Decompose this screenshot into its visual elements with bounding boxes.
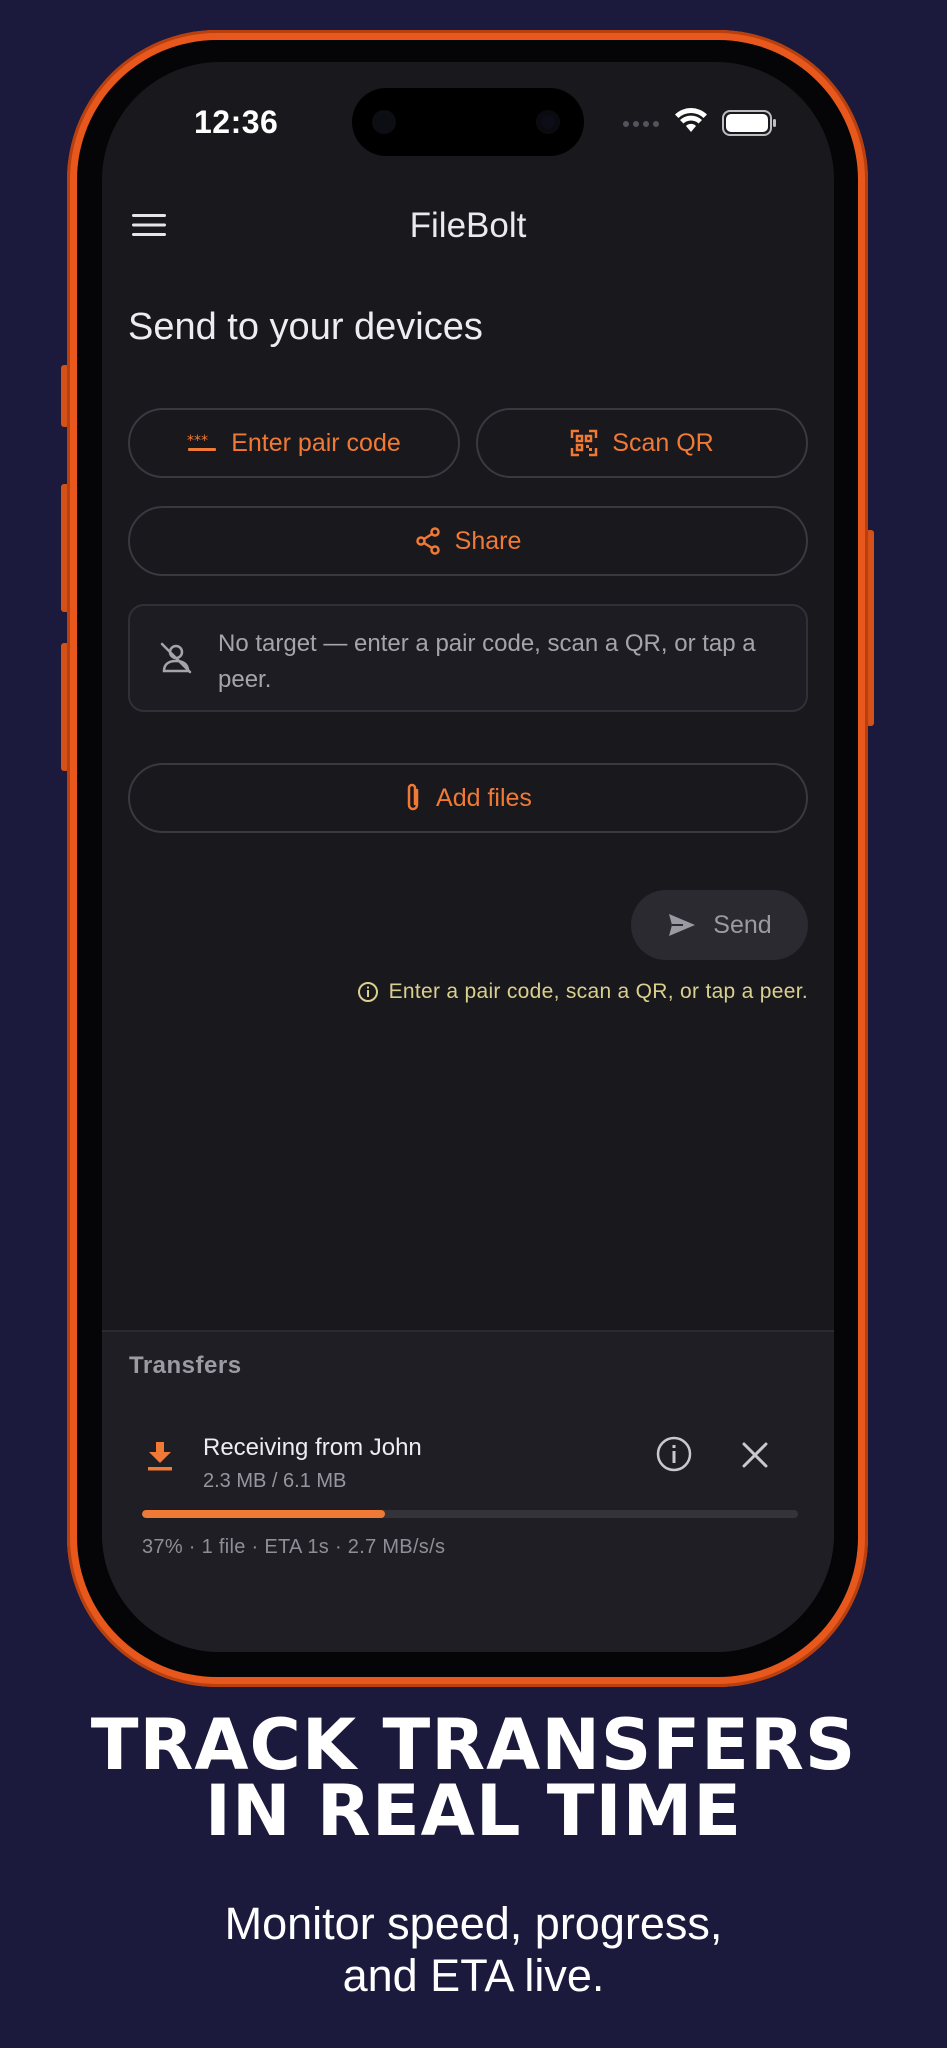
transfer-item: Receiving from John 2.3 MB / 6.1 MB 37% … [102,1422,834,1582]
battery-icon [722,110,776,136]
share-label: Share [454,526,522,555]
send-button[interactable]: Send [631,890,808,960]
status-icons [622,108,782,138]
target-message: No target — enter a pair code, scan a QR… [218,630,756,693]
marketing-subline: Monitor speed, progress, and ETA live. [0,1898,947,2002]
marketing-headline: TRACK TRANSFERS IN REAL TIME [0,1704,947,1852]
send-hint-text: Enter a pair code, scan a QR, or tap a p… [388,980,808,1003]
svg-text:***: *** [187,433,208,449]
share-icon [415,527,440,555]
signal-icon [623,121,659,127]
send-icon [669,914,696,936]
info-icon [357,982,378,1002]
paperclip-icon [407,783,419,811]
person-off-icon [160,642,192,674]
transfer-progress-bar [142,1510,798,1518]
subline-line-2: and ETA live. [342,1950,605,2001]
transfer-title: Receiving from John [203,1434,422,1461]
transfer-size: 2.3 MB / 6.1 MB [203,1470,347,1492]
phone-screen: 12:36 FileBolt Send to your devices *** … [102,62,834,1652]
headline-line-1: TRACK TRANSFERS [90,1704,857,1786]
add-files-button[interactable]: Add files [128,763,808,833]
cancel-transfer-icon[interactable] [740,1440,770,1470]
share-button[interactable]: Share [128,506,808,576]
enter-pair-code-label: Enter pair code [231,428,401,457]
download-icon [148,1442,172,1471]
wifi-icon [675,108,707,132]
qr-scan-icon [571,429,598,457]
subline-line-1: Monitor speed, progress, [224,1898,723,1949]
page-heading: Send to your devices [128,306,483,348]
transfer-stats: 37% · 1 file · ETA 1s · 2.7 MB/s/s [142,1536,446,1558]
app-title: FileBolt [409,206,527,245]
transfers-section-title: Transfers [129,1352,242,1379]
app-store-screenshot: 12:36 FileBolt Send to your devices *** … [0,0,947,2048]
password-dots-icon: *** [187,433,217,451]
scan-qr-label: Scan QR [612,428,714,457]
enter-pair-code-button[interactable]: *** Enter pair code [128,408,460,478]
status-time: 12:36 [194,104,279,140]
add-files-label: Add files [436,783,532,812]
dynamic-island [352,88,584,156]
transfer-progress-fill [142,1510,385,1518]
target-status-card: No target — enter a pair code, scan a QR… [128,604,808,712]
headline-line-2: IN REAL TIME [204,1770,743,1852]
scan-qr-button[interactable]: Scan QR [476,408,808,478]
transfer-info-icon[interactable] [654,1434,694,1474]
send-hint: Enter a pair code, scan a QR, or tap a p… [357,980,808,1004]
send-label: Send [713,910,772,939]
